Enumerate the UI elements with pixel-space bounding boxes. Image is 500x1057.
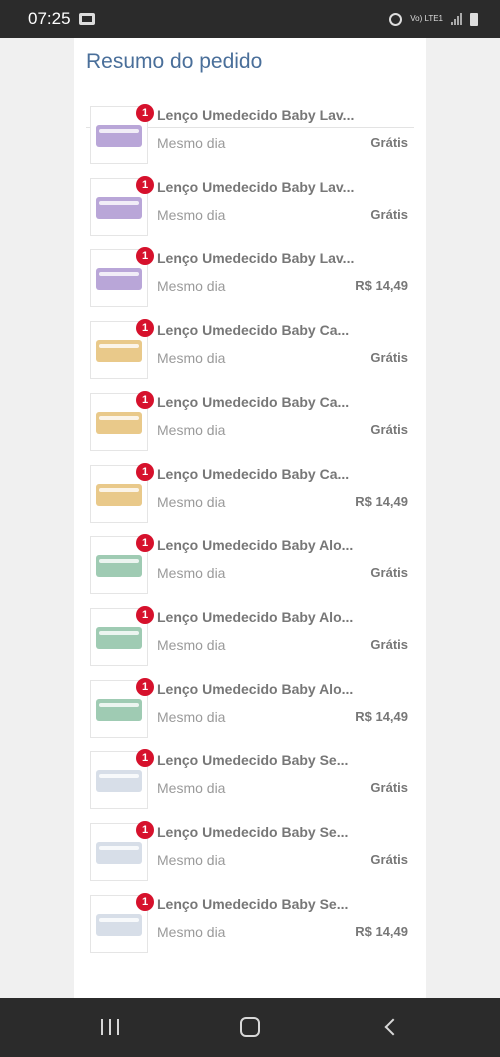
item-name: Lenço Umedecido Baby Alo... bbox=[157, 680, 354, 697]
item-delivery: Mesmo dia bbox=[157, 350, 226, 367]
product-image-stripe bbox=[99, 846, 139, 850]
item-price: Grátis bbox=[370, 206, 408, 222]
item-price: Grátis bbox=[370, 852, 408, 867]
item-name: Lenço Umedecido Baby Alo... bbox=[157, 608, 354, 625]
list-item[interactable]: 1 Lenço Umedecido Baby Alo... Mesmo dia … bbox=[90, 605, 410, 668]
item-price: Grátis bbox=[370, 636, 408, 652]
quantity-badge: 1 bbox=[136, 247, 154, 266]
quantity-badge: 1 bbox=[136, 390, 154, 409]
list-item[interactable]: 1 Lenço Umedecido Baby Ca... Mesmo dia G… bbox=[90, 319, 410, 381]
item-delivery: Mesmo dia bbox=[157, 780, 226, 797]
quantity-badge: 1 bbox=[136, 605, 154, 624]
quantity-badge: 1 bbox=[136, 462, 154, 481]
quantity-badge: 1 bbox=[136, 175, 154, 194]
item-delivery: Mesmo dia bbox=[157, 135, 226, 151]
item-name: Lenço Umedecido Baby Ca... bbox=[157, 465, 350, 482]
item-name: Lenço Umedecido Baby Alo... bbox=[157, 537, 354, 554]
list-item[interactable]: 1 Lenço Umedecido Baby Ca... Mesmo dia G… bbox=[90, 390, 410, 453]
quantity-badge: 1 bbox=[136, 892, 154, 911]
product-image bbox=[96, 196, 142, 219]
list-item[interactable]: 1 Lenço Umedecido Baby Lav... Mesmo dia … bbox=[90, 104, 410, 166]
item-delivery: Mesmo dia bbox=[157, 636, 226, 653]
item-price: R$ 14,49 bbox=[355, 278, 408, 294]
product-image-stripe bbox=[99, 487, 139, 492]
list-item[interactable]: 1 Lenço Umedecido Baby Se... Mesmo dia G… bbox=[90, 749, 410, 811]
item-delivery: Mesmo dia bbox=[157, 923, 226, 940]
item-price: R$ 14,49 bbox=[355, 923, 408, 939]
list-item[interactable]: 1 Lenço Umedecido Baby Lav... Mesmo dia … bbox=[90, 175, 410, 238]
alarm-icon bbox=[389, 12, 403, 26]
status-bar: 07:25 Vo) LTE1 bbox=[0, 0, 500, 38]
product-image-stripe bbox=[99, 129, 139, 133]
item-name: Lenço Umedecido Baby Ca... bbox=[157, 393, 350, 410]
product-image bbox=[96, 483, 142, 506]
item-delivery: Mesmo dia bbox=[157, 852, 226, 868]
product-image-stripe bbox=[99, 272, 139, 277]
item-delivery: Mesmo dia bbox=[157, 206, 226, 223]
quantity-badge: 1 bbox=[136, 319, 154, 338]
product-image bbox=[96, 698, 142, 721]
status-time: 07:25 bbox=[28, 9, 71, 28]
item-name: Lenço Umedecido Baby Lav... bbox=[157, 250, 355, 267]
list-item[interactable]: 1 Lenço Umedecido Baby Ca... Mesmo dia R… bbox=[90, 462, 410, 525]
product-image-stripe bbox=[99, 415, 139, 420]
product-image-stripe bbox=[99, 774, 139, 779]
item-name: Lenço Umedecido Baby Se... bbox=[157, 752, 349, 769]
photo-notification-icon bbox=[78, 13, 95, 25]
back-icon bbox=[384, 1018, 402, 1036]
item-price: R$ 14,49 bbox=[355, 708, 408, 724]
item-delivery: Mesmo dia bbox=[157, 565, 226, 582]
list-item[interactable]: 1 Lenço Umedecido Baby Se... Mesmo dia R… bbox=[90, 892, 410, 955]
product-image bbox=[96, 913, 142, 936]
quantity-badge: 1 bbox=[136, 677, 154, 696]
product-image-stripe bbox=[99, 559, 139, 564]
navigation-bar bbox=[0, 998, 500, 1057]
item-price: Grátis bbox=[370, 421, 408, 437]
item-price: Grátis bbox=[370, 780, 408, 796]
product-image-stripe bbox=[99, 344, 139, 349]
status-icons: Vo) LTE1 bbox=[389, 12, 486, 26]
quantity-badge: 1 bbox=[136, 534, 154, 553]
item-price: Grátis bbox=[370, 565, 408, 581]
product-image-stripe bbox=[99, 917, 139, 922]
item-price: Grátis bbox=[370, 135, 408, 150]
battery-icon bbox=[470, 12, 478, 26]
quantity-badge: 1 bbox=[136, 104, 154, 122]
volte-indicator: Vo) LTE1 bbox=[410, 14, 443, 23]
item-price: Grátis bbox=[370, 350, 408, 366]
item-delivery: Mesmo dia bbox=[157, 708, 226, 725]
item-name: Lenço Umedecido Baby Ca... bbox=[157, 322, 350, 339]
back-button[interactable] bbox=[370, 1014, 410, 1040]
list-item[interactable]: 1 Lenço Umedecido Baby Se... Mesmo dia G… bbox=[90, 821, 410, 883]
quantity-badge: 1 bbox=[136, 821, 154, 839]
recent-apps-icon[interactable] bbox=[90, 1014, 130, 1040]
product-image-stripe bbox=[99, 702, 139, 707]
page-title: Resumo do pedido bbox=[86, 50, 263, 73]
item-price: R$ 14,49 bbox=[355, 493, 408, 509]
home-button[interactable] bbox=[230, 1014, 270, 1040]
item-delivery: Mesmo dia bbox=[157, 493, 226, 510]
list-item[interactable]: 1 Lenço Umedecido Baby Alo... Mesmo dia … bbox=[90, 677, 410, 740]
quantity-badge: 1 bbox=[136, 749, 154, 768]
item-name: Lenço Umedecido Baby Lav... bbox=[157, 107, 355, 123]
item-delivery: Mesmo dia bbox=[157, 421, 226, 438]
item-name: Lenço Umedecido Baby Lav... bbox=[157, 178, 355, 195]
home-icon bbox=[240, 1017, 260, 1037]
product-image-stripe bbox=[99, 200, 139, 205]
item-name: Lenço Umedecido Baby Se... bbox=[157, 824, 349, 840]
item-name: Lenço Umedecido Baby Se... bbox=[157, 895, 349, 912]
signal-icon bbox=[451, 13, 462, 25]
item-delivery: Mesmo dia bbox=[157, 278, 226, 295]
list-item[interactable]: 1 Lenço Umedecido Baby Alo... Mesmo dia … bbox=[90, 534, 410, 596]
list-item[interactable]: 1 Lenço Umedecido Baby Lav... Mesmo dia … bbox=[90, 247, 410, 309]
product-image-stripe bbox=[99, 630, 139, 635]
